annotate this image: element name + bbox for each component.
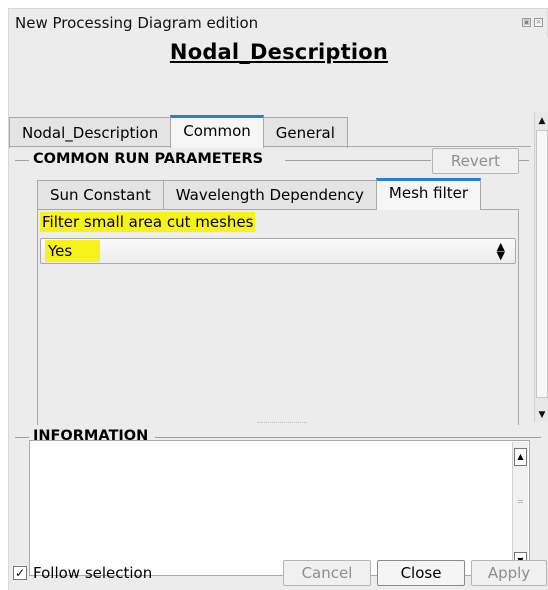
page-title: Nodal_Description	[169, 40, 389, 64]
tab-mesh-filter[interactable]: Mesh filter	[375, 178, 482, 210]
processing-diagram-dock: New Processing Diagram edition ▣ × Nodal…	[0, 0, 548, 590]
revert-button[interactable]: Revert	[432, 148, 519, 174]
apply-button[interactable]: Apply	[471, 560, 547, 586]
tab-nodal-description[interactable]: Nodal_Description	[9, 117, 172, 148]
group-frame-line	[15, 437, 29, 438]
group-frame-line	[15, 160, 29, 161]
float-icon[interactable]: ▣	[522, 18, 531, 27]
splitter-handle[interactable]	[257, 422, 307, 423]
information-scrollbar[interactable]: ▲ ▼	[512, 442, 528, 574]
dock-panel: Nodal_Description Nodal_Description Comm…	[8, 38, 548, 590]
close-button[interactable]: Close	[377, 560, 465, 586]
tab-sun-constant[interactable]: Sun Constant	[37, 180, 164, 210]
inner-tab-bar: Sun Constant Wavelength Dependency Mesh …	[37, 178, 482, 210]
information-text-area[interactable]: ▲ ▼	[29, 440, 530, 576]
up-down-arrows-icon: ▲ ▼	[496, 240, 505, 262]
tab-wavelength-dependency[interactable]: Wavelength Dependency	[162, 180, 377, 210]
close-icon[interactable]: ×	[534, 18, 543, 27]
dock-title-buttons: ▣ ×	[522, 18, 543, 27]
cancel-button[interactable]: Cancel	[283, 560, 371, 586]
filter-small-meshes-select[interactable]: Yes ▲ ▼	[40, 238, 516, 264]
scroll-down-arrow-icon[interactable]: ▼	[535, 408, 548, 422]
scroll-up-arrow-icon[interactable]: ▲	[535, 114, 548, 128]
filter-small-meshes-value: Yes	[45, 240, 101, 262]
tab-general[interactable]: General	[262, 117, 348, 148]
panel-vertical-scrollbar[interactable]: ▲ ▼	[534, 112, 548, 422]
group-frame-line	[155, 437, 541, 438]
scrollbar-grip	[518, 500, 523, 503]
group-frame-line	[519, 160, 529, 161]
common-run-parameters-title: COMMON RUN PARAMETERS	[29, 151, 268, 167]
filter-small-meshes-label: Filter small area cut meshes	[40, 212, 256, 232]
mesh-filter-pane: Filter small area cut meshes Yes ▲ ▼	[37, 209, 519, 425]
dock-title: New Processing Diagram edition	[15, 14, 259, 32]
follow-selection-toggle[interactable]: ✓ Follow selection	[13, 564, 152, 582]
follow-selection-label: Follow selection	[33, 564, 153, 582]
tab-common[interactable]: Common	[170, 115, 264, 148]
scroll-up-arrow-icon[interactable]: ▲	[514, 448, 527, 466]
group-frame-line	[285, 160, 431, 161]
outer-tab-bar: Nodal_Description Common General	[9, 115, 348, 148]
follow-selection-checkbox[interactable]: ✓	[13, 566, 27, 580]
dock-title-bar[interactable]: New Processing Diagram edition ▣ ×	[8, 8, 548, 38]
scrollbar-thumb[interactable]	[536, 130, 548, 398]
